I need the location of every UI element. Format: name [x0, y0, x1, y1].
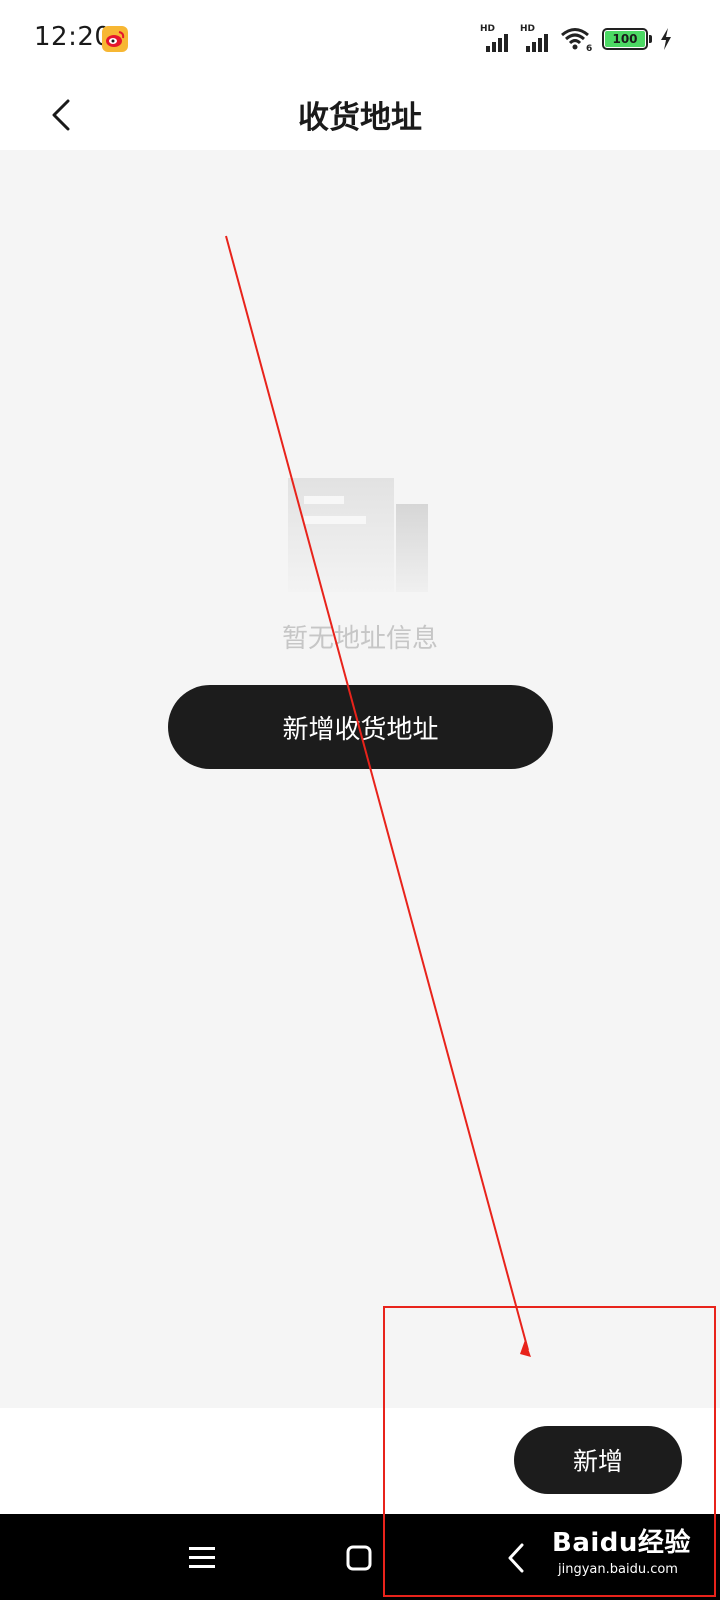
- empty-message: 暂无地址信息: [281, 624, 438, 654]
- wifi-icon: 6: [561, 28, 592, 52]
- system-back-button[interactable]: [494, 1536, 538, 1580]
- home-square-icon: [346, 1545, 372, 1571]
- weibo-app-icon: [102, 26, 128, 52]
- status-icons: HD HD 6 100: [480, 24, 680, 54]
- address-screen: 12:20 HD HD 6 100 收货地址 暂无地址信息 新增收货地址 新增 …: [0, 0, 720, 1600]
- baidu-watermark: Baidu经验 jingyan.baidu.com: [552, 1520, 712, 1590]
- signal-icon: HD: [520, 24, 554, 52]
- signal-icon: HD: [480, 24, 514, 52]
- back-chevron-icon: [508, 1543, 524, 1573]
- page-title: 收货地址: [298, 100, 422, 136]
- empty-document-icon: [288, 478, 428, 592]
- menu-icon: [189, 1547, 215, 1568]
- charging-bolt-icon: [661, 28, 671, 50]
- bottom-action-bar: 新增: [0, 1408, 720, 1514]
- status-time: 12:20: [34, 22, 112, 52]
- recent-apps-button[interactable]: [180, 1536, 224, 1580]
- svg-text:6: 6: [586, 44, 592, 52]
- watermark-brand: Baidu经验: [552, 1528, 691, 1558]
- page-header: 收货地址: [0, 80, 720, 150]
- annotation-arrow: [225, 235, 529, 1351]
- tutorial-annotation: [225, 235, 716, 1597]
- home-button[interactable]: [337, 1536, 381, 1580]
- battery-icon: 100: [602, 28, 652, 50]
- battery-level: 100: [605, 31, 645, 47]
- annotation-arrowhead: [520, 1340, 531, 1357]
- status-bar: 12:20 HD HD 6 100: [0, 0, 720, 80]
- add-address-button[interactable]: 新增收货地址: [168, 685, 553, 769]
- watermark-url: jingyan.baidu.com: [558, 1562, 678, 1577]
- add-button[interactable]: 新增: [514, 1426, 682, 1494]
